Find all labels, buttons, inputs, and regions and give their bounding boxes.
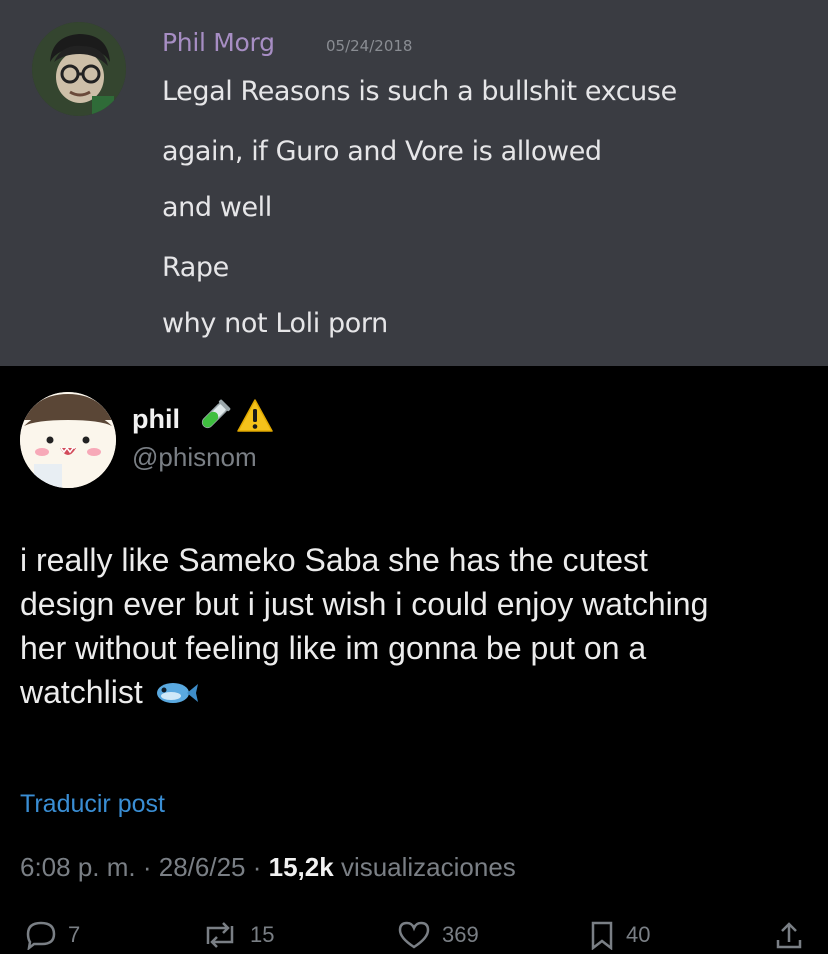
shark-girl-face-icon: [20, 392, 116, 488]
tweet-display-name[interactable]: phil: [132, 404, 180, 435]
tweet-body-line-last: watchlist: [20, 670, 810, 714]
discord-message: Phil Morg 05/24/2018 Legal Reasons is su…: [0, 0, 828, 366]
discord-message-line: why not Loli porn: [162, 308, 388, 339]
repost-count: 15: [250, 922, 275, 947]
tweet-body-line: her without feeling like im gonna be put…: [20, 630, 647, 666]
fish-icon: [156, 683, 198, 703]
discord-message-line: and well: [162, 192, 272, 223]
test-tube-icon: [201, 399, 231, 429]
translate-post-link[interactable]: Traducir post: [20, 790, 165, 819]
share-icon: [776, 922, 802, 949]
reply-button[interactable]: 7: [24, 920, 80, 950]
tweet-body-line: i really like Sameko Saba she has the cu…: [20, 542, 648, 578]
discord-timestamp: 05/24/2018: [326, 37, 413, 55]
repost-icon: [206, 922, 234, 948]
cartoon-face-icon: [32, 22, 126, 116]
tweet-body-line: design ever but i just wish i could enjo…: [20, 586, 709, 622]
meta-separator: ·: [142, 852, 159, 882]
name-badges: [196, 398, 274, 434]
bookmark-count: 40: [626, 922, 651, 947]
bookmark-button[interactable]: 40: [588, 920, 650, 950]
like-button[interactable]: 369: [396, 920, 479, 950]
tweet-actions: 7 15 369 40: [0, 914, 828, 954]
tweet-avatar[interactable]: [20, 392, 116, 488]
warning-icon: [237, 399, 273, 432]
reply-count: 7: [68, 922, 81, 947]
meta-separator: ·: [252, 852, 269, 882]
tweet: phil @phisnom i really like Sameko Saba …: [0, 366, 828, 950]
share-button[interactable]: [774, 920, 804, 950]
views-count: 15,2k: [268, 852, 334, 882]
tweet-handle[interactable]: @phisnom: [132, 442, 257, 473]
bookmark-icon: [591, 921, 613, 950]
discord-avatar[interactable]: [32, 22, 126, 116]
tweet-date[interactable]: 28/6/25: [159, 852, 246, 882]
like-count: 369: [442, 922, 479, 947]
heart-icon: [398, 921, 430, 949]
tweet-time[interactable]: 6:08 p. m.: [20, 852, 136, 882]
discord-message-line: again, if Guro and Vore is allowed: [162, 136, 602, 167]
discord-author-name[interactable]: Phil Morg: [162, 28, 275, 57]
tweet-meta: 6:08 p. m. · 28/6/25 · 15,2k visualizaci…: [20, 852, 516, 883]
views-label: visualizaciones: [340, 852, 516, 882]
repost-button[interactable]: 15: [200, 920, 274, 950]
reply-icon: [26, 921, 56, 950]
tweet-body-line: watchlist: [20, 674, 143, 710]
tweet-body: i really like Sameko Saba she has the cu…: [20, 538, 810, 714]
discord-message-line: Legal Reasons is such a bullshit excuse: [162, 76, 677, 107]
discord-message-line: Rape: [162, 252, 229, 283]
